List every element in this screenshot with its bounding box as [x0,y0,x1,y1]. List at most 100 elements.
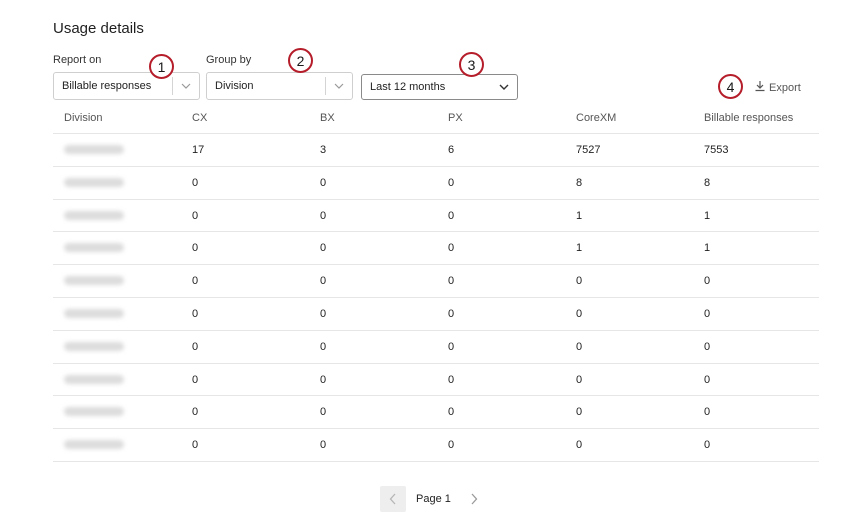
cell-px: 0 [448,275,455,288]
previous-page-button[interactable] [380,486,406,512]
cell-cx: 0 [192,340,199,353]
row-divider [53,362,819,364]
cell-corexm: 0 [576,406,583,419]
cell-cx: 0 [192,308,199,320]
cell-corexm: 0 [576,275,583,288]
cell-cx: 0 [192,275,199,288]
cell-cx: 0 [192,176,199,189]
date-range-select[interactable]: Last 12 months [361,74,518,100]
group-by-label: Group by [206,54,252,66]
cell-cx: 17 [192,144,205,156]
row-divider [53,329,819,331]
cell-bx: 0 [320,176,327,189]
cell-billable-responses: 1 [704,209,711,222]
cell-billable-responses: 7553 [704,144,729,156]
group-by-select[interactable]: Division [206,72,353,100]
cell-px: 0 [448,209,455,222]
cell-cx: 0 [192,406,199,419]
table-header-divider [53,133,819,134]
division-name-redacted [64,407,124,417]
column-header-px: PX [448,112,463,124]
callout-badge-4: 4 [718,74,743,99]
cell-bx: 0 [320,308,327,320]
date-range-value: Last 12 months [370,81,446,93]
cell-billable-responses: 1 [704,242,711,255]
cell-billable-responses: 0 [704,308,711,320]
page-title: Usage details [53,20,144,37]
row-divider [53,231,819,233]
cell-corexm: 1 [576,242,583,255]
column-header-billable-responses: Billable responses [704,112,794,124]
division-name-redacted [64,309,124,318]
cell-corexm: 0 [576,308,583,320]
row-divider [53,297,819,298]
division-name-redacted [64,243,124,253]
cell-corexm: 1 [576,209,583,222]
column-header-cx: CX [192,112,208,124]
cell-corexm: 0 [576,373,583,386]
cell-bx: 3 [320,144,327,156]
division-name-redacted [64,210,124,220]
callout-badge-1: 1 [149,54,174,79]
report-on-select[interactable]: Billable responses [53,72,200,100]
division-name-redacted [64,145,124,154]
group-by-value: Division [215,80,254,92]
cell-bx: 0 [320,242,327,255]
cell-corexm: 7527 [576,144,601,156]
column-header-corexm: CoreXM [576,112,617,124]
download-icon [754,80,766,95]
cell-bx: 0 [320,209,327,222]
cell-bx: 0 [320,373,327,386]
page-indicator: Page 1 [416,493,451,505]
cell-bx: 0 [320,340,327,353]
chevron-down-icon [326,83,352,89]
cell-cx: 0 [192,209,199,222]
cell-billable-responses: 0 [704,373,711,386]
cell-px: 0 [448,242,455,255]
pagination: Page 1 [380,486,487,512]
cell-billable-responses: 0 [704,406,711,419]
export-label: Export [769,81,801,94]
cell-billable-responses: 0 [704,275,711,288]
row-divider [53,264,819,266]
cell-px: 6 [448,144,455,156]
division-name-redacted [64,177,124,187]
cell-cx: 0 [192,242,199,255]
cell-px: 0 [448,406,455,419]
callout-badge-3: 3 [459,52,484,77]
cell-cx: 0 [192,439,199,452]
cell-px: 0 [448,340,455,353]
cell-corexm: 0 [576,340,583,353]
next-page-button[interactable] [461,486,487,512]
cell-bx: 0 [320,275,327,288]
cell-px: 0 [448,308,455,320]
chevron-down-icon [491,84,517,90]
column-header-bx: BX [320,112,335,124]
cell-px: 0 [448,176,455,189]
row-divider [53,198,819,200]
row-divider [53,461,819,462]
cell-billable-responses: 8 [704,176,711,189]
division-name-redacted [64,341,124,351]
column-header-division: Division [64,112,103,124]
division-name-redacted [64,374,124,384]
callout-badge-2: 2 [288,48,313,73]
cell-corexm: 8 [576,176,583,189]
row-divider [53,395,819,397]
cell-corexm: 0 [576,439,583,452]
cell-billable-responses: 0 [704,340,711,353]
row-divider [53,165,819,167]
cell-billable-responses: 0 [704,439,711,452]
cell-cx: 0 [192,373,199,386]
cell-px: 0 [448,373,455,386]
chevron-down-icon [173,83,199,89]
row-divider [53,428,819,430]
export-button[interactable]: Export [754,80,801,95]
cell-bx: 0 [320,406,327,419]
report-on-label: Report on [53,54,102,66]
cell-bx: 0 [320,439,327,452]
division-name-redacted [64,276,124,286]
cell-px: 0 [448,439,455,452]
division-name-redacted [64,440,124,450]
report-on-value: Billable responses [62,80,152,92]
